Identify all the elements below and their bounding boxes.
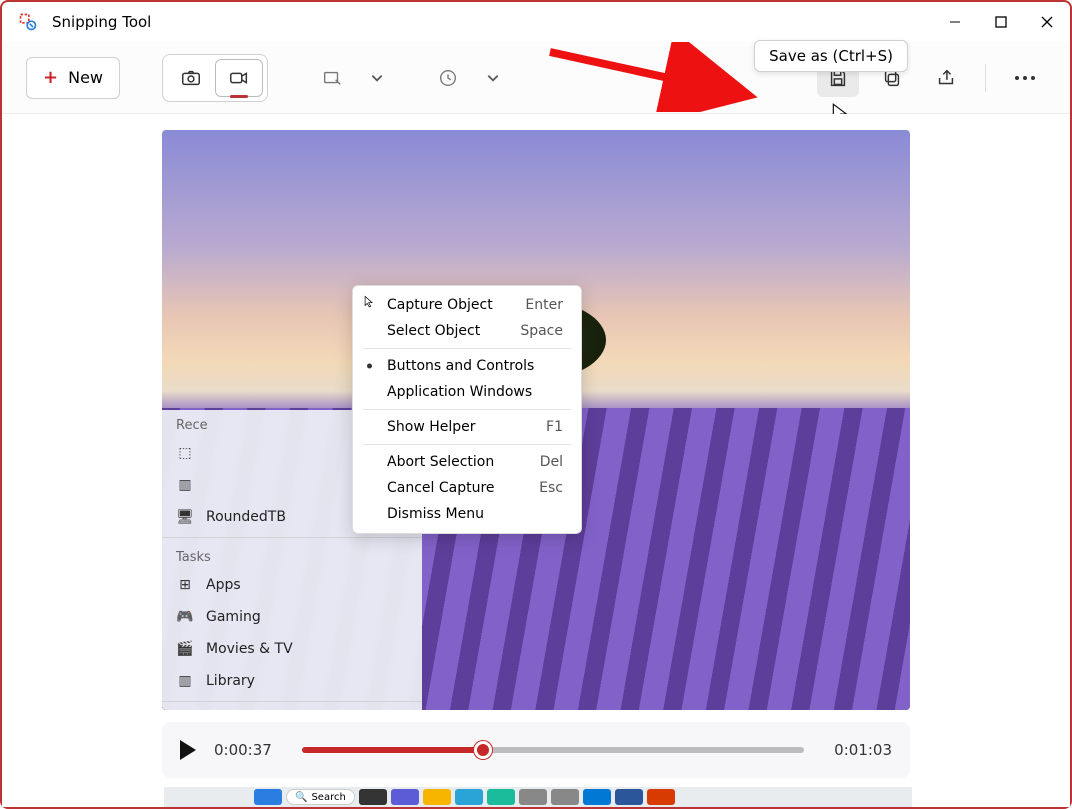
ctx-cancel-capture[interactable]: Cancel CaptureEsc <box>353 475 581 501</box>
taskbar-app[interactable] <box>583 789 611 805</box>
canvas-area: Rece ⬚ ▥ 🖥RoundedTB Tasks ⊞Apps 🎮Gaming … <box>2 114 1070 807</box>
delay-dropdown[interactable] <box>426 59 470 97</box>
camera-icon <box>180 67 202 89</box>
ctx-application-windows[interactable]: Application Windows <box>353 379 581 405</box>
taskbar-app[interactable] <box>487 789 515 805</box>
recording-preview: Rece ⬚ ▥ 🖥RoundedTB Tasks ⊞Apps 🎮Gaming … <box>162 130 910 710</box>
seek-track[interactable] <box>302 747 804 753</box>
plus-icon: + <box>43 67 58 88</box>
taskbar-app[interactable] <box>423 789 451 805</box>
taskbar-app[interactable] <box>359 789 387 805</box>
close-button[interactable] <box>1024 2 1070 42</box>
ctx-capture-object[interactable]: Capture ObjectEnter <box>353 292 581 318</box>
play-button[interactable] <box>180 740 196 760</box>
maximize-button[interactable] <box>978 2 1024 42</box>
rectangle-icon <box>321 67 343 89</box>
search-icon: 🔍 <box>295 792 307 803</box>
current-time: 0:00:37 <box>214 741 284 759</box>
video-icon <box>228 67 250 89</box>
taskbar-app[interactable] <box>391 789 419 805</box>
start-section-tasks: Tasks <box>162 542 422 569</box>
context-menu: Capture ObjectEnter Select ObjectSpace B… <box>352 285 582 534</box>
ctx-dismiss-menu[interactable]: Dismiss Menu <box>353 501 581 527</box>
video-controls: 0:00:37 0:01:03 <box>162 722 910 778</box>
video-mode-button[interactable] <box>215 59 263 97</box>
minimize-button[interactable] <box>932 2 978 42</box>
movies-icon: 🎬 <box>176 640 194 658</box>
toolbar: + New <box>2 42 1070 114</box>
seek-progress <box>302 747 483 753</box>
taskbar-app[interactable] <box>615 789 643 805</box>
ctx-abort-selection[interactable]: Abort SelectionDel <box>353 449 581 475</box>
app-icon: ▥ <box>176 476 194 494</box>
apps-icon: ⊞ <box>176 576 194 594</box>
seek-thumb[interactable] <box>474 741 492 759</box>
titlebar: Snipping Tool <box>2 2 1070 42</box>
start-item-apps[interactable]: ⊞Apps <box>162 569 422 601</box>
start-item-gaming[interactable]: 🎮Gaming <box>162 601 422 633</box>
more-icon <box>1015 76 1035 80</box>
save-as-tooltip: Save as (Ctrl+S) <box>754 40 908 72</box>
ctx-show-helper[interactable]: Show HelperF1 <box>353 414 581 440</box>
taskbar: 🔍Search <box>164 787 912 807</box>
app-icon: ⬚ <box>176 444 194 462</box>
photo-mode-button[interactable] <box>167 59 215 97</box>
cursor-icon <box>363 295 377 309</box>
chevron-down-icon[interactable] <box>370 71 384 85</box>
new-button-label: New <box>68 68 103 87</box>
app-icon: 🖥 <box>176 508 194 526</box>
start-item-movies[interactable]: 🎬Movies & TV <box>162 633 422 665</box>
share-button[interactable] <box>925 59 967 97</box>
snipping-tool-icon <box>18 12 38 32</box>
taskbar-app[interactable] <box>455 789 483 805</box>
share-icon <box>935 67 957 89</box>
taskbar-search[interactable]: 🔍Search <box>286 789 355 805</box>
shape-dropdown[interactable] <box>310 59 354 97</box>
taskbar-app[interactable] <box>519 789 547 805</box>
library-icon: ▥ <box>176 672 194 690</box>
chevron-down-icon[interactable] <box>486 71 500 85</box>
clock-icon <box>437 67 459 89</box>
gaming-icon: 🎮 <box>176 608 194 626</box>
capture-mode-group <box>162 54 268 102</box>
new-button[interactable]: + New <box>26 57 120 99</box>
taskbar-app[interactable] <box>647 789 675 805</box>
ctx-buttons-controls[interactable]: Buttons and Controls <box>353 353 581 379</box>
ctx-select-object[interactable]: Select ObjectSpace <box>353 318 581 344</box>
taskbar-app[interactable] <box>551 789 579 805</box>
window-title: Snipping Tool <box>52 13 151 31</box>
taskbar-start-icon[interactable] <box>254 789 282 805</box>
more-button[interactable] <box>1004 59 1046 97</box>
start-item-library[interactable]: ▥Library <box>162 665 422 697</box>
total-time: 0:01:03 <box>822 741 892 759</box>
start-item-store[interactable]: 🛍Microsoft Store <box>162 706 422 710</box>
